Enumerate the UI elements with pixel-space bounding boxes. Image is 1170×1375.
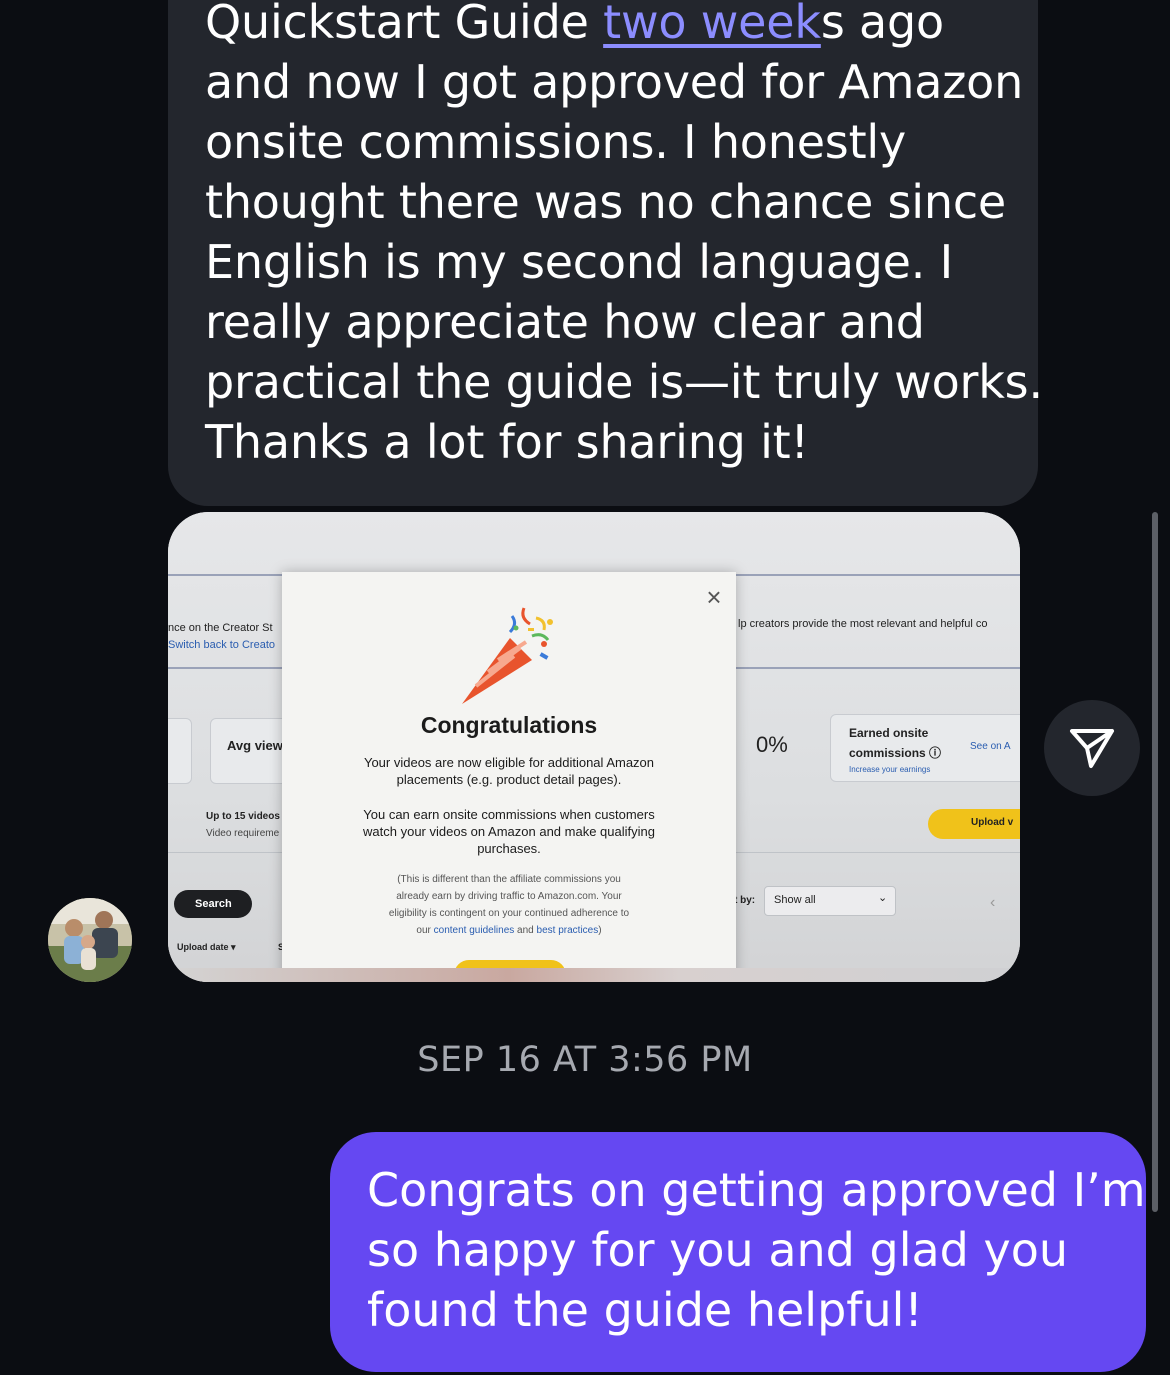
message-line: onsite commissions. I honestly — [205, 115, 907, 169]
message-line: thought there was no chance since — [205, 175, 1007, 229]
incoming-message-text: Quickstart Guide two weeks ago and now I… — [205, 0, 1043, 472]
chevron-left-icon[interactable]: ‹ — [990, 894, 995, 912]
content-guidelines-link[interactable]: content guidelines — [434, 925, 515, 936]
message-line: found the guide helpful! — [367, 1283, 923, 1337]
chevron-down-icon: ⌄ — [878, 892, 888, 904]
best-practices-link[interactable]: best practices — [537, 925, 599, 936]
congratulations-modal: × Congratulations Your videos are now el… — [282, 572, 736, 982]
sort-by-label: t by: — [734, 895, 756, 906]
message-line: really appreciate how clear and — [205, 295, 925, 349]
scrollbar[interactable] — [1152, 512, 1158, 1212]
message-link[interactable]: two week — [603, 0, 821, 49]
photo-attachment[interactable]: nce on the Creator St Switch back to Cre… — [168, 512, 1020, 982]
message-line: practical the guide is—it truly works. — [205, 355, 1043, 409]
message-line: Congrats on getting approved I’m — [367, 1163, 1146, 1217]
percent-value: 0% — [756, 732, 788, 757]
photo-bottom-edge — [168, 968, 1020, 982]
switch-back-link[interactable]: Switch back to Creato — [168, 639, 275, 651]
party-popper-icon — [462, 607, 553, 704]
modal-text: placements (e.g. product detail pages). — [396, 772, 622, 787]
creator-studio-text: nce on the Creator St — [168, 622, 273, 634]
upload-date-filter[interactable]: Upload date ▾ — [177, 942, 236, 953]
message-line: Quickstart Guide two weeks ago — [205, 0, 1025, 52]
commissions-label: commissions ⓘ — [849, 746, 942, 760]
header-description: lp creators provide the most relevant an… — [738, 618, 988, 630]
increase-earnings-link[interactable]: Increase your earnings — [849, 765, 930, 774]
user-avatar-icon — [48, 898, 132, 982]
modal-note: our content guidelines and best practice… — [416, 925, 602, 936]
message-line: so happy for you and glad you — [367, 1223, 1069, 1277]
message-line: Thanks a lot for sharing it! — [205, 415, 809, 469]
modal-text: watch your videos on Amazon and make qua… — [363, 824, 655, 839]
outgoing-message-text: Congrats on getting approved I’m so happ… — [367, 1160, 1146, 1340]
close-icon[interactable]: × — [700, 582, 728, 613]
modal-text: You can earn onsite commissions when cus… — [363, 807, 655, 822]
stat-card — [168, 718, 192, 784]
share-button[interactable] — [1044, 700, 1140, 796]
caret-down-icon: ▾ — [231, 942, 236, 952]
earned-onsite-label: Earned onsite — [849, 726, 929, 740]
modal-note: (This is different than the affiliate co… — [397, 874, 621, 885]
avg-views-label: Avg view — [227, 738, 283, 753]
video-requirements: Video requireme — [206, 828, 280, 839]
modal-note: eligibility is contingent on your contin… — [388, 908, 630, 919]
upload-video-label: Upload v — [971, 817, 1014, 828]
show-all-value: Show all — [774, 894, 816, 906]
modal-text: Your videos are now eligible for additio… — [363, 755, 655, 770]
modal-text: purchases. — [477, 841, 541, 856]
paper-plane-icon — [1070, 729, 1114, 768]
message-timestamp: SEP 16 AT 3:56 PM — [417, 1040, 753, 1080]
message-line: and now I got approved for Amazon — [205, 55, 1024, 109]
modal-title: Congratulations — [420, 712, 598, 738]
message-line: English is my second language. I — [205, 235, 953, 289]
videos-limit: Up to 15 videos — [206, 811, 280, 822]
see-on-amazon-link[interactable]: See on A — [970, 741, 1011, 752]
search-button-label: Search — [195, 898, 232, 910]
info-icon[interactable]: ⓘ — [929, 746, 941, 760]
avatar[interactable] — [48, 898, 132, 982]
modal-note: already earn by driving traffic to Amazo… — [396, 891, 622, 902]
